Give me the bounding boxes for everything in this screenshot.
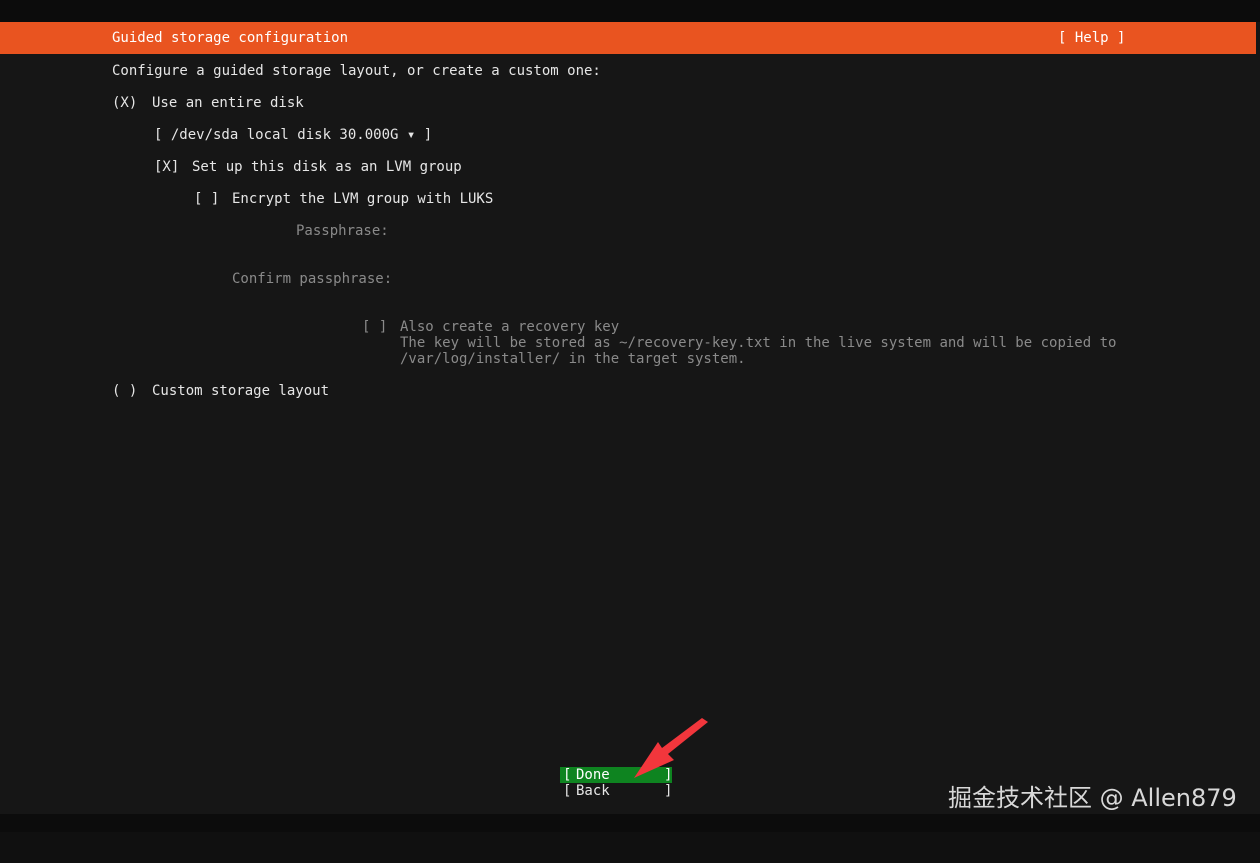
lvm-checkbox[interactable]: [X] — [154, 159, 179, 175]
page-title: Guided storage configuration — [112, 30, 349, 46]
done-button-label: Done — [576, 767, 610, 783]
confirm-passphrase-label: Confirm passphrase: — [232, 271, 393, 287]
help-button[interactable]: [ Help ] — [1058, 30, 1125, 46]
red-arrow-icon — [634, 718, 708, 778]
watermark: 掘金技术社区 @ Allen879 — [948, 784, 1237, 812]
top-border — [0, 0, 1260, 22]
encrypt-checkbox[interactable]: [ ] — [194, 191, 219, 207]
custom-layout-label[interactable]: Custom storage layout — [152, 383, 329, 399]
back-button-label: Back — [576, 783, 610, 799]
lvm-label[interactable]: Set up this disk as an LVM group — [192, 159, 462, 175]
recovery-key-checkbox[interactable]: [ ] — [362, 319, 387, 335]
recovery-key-label[interactable]: Also create a recovery key — [400, 319, 619, 335]
passphrase-label: Passphrase: — [296, 223, 389, 239]
bottom-border — [0, 814, 1260, 832]
custom-layout-radio[interactable]: ( ) — [112, 383, 137, 399]
header-bar: Guided storage configuration [ Help ] — [0, 22, 1256, 54]
intro-text: Configure a guided storage layout, or cr… — [112, 63, 601, 79]
installer-screen: Guided storage configuration [ Help ] Co… — [0, 0, 1260, 832]
recovery-key-description: The key will be stored as ~/recovery-key… — [400, 335, 1117, 351]
entire-disk-label[interactable]: Use an entire disk — [152, 95, 304, 111]
encrypt-label[interactable]: Encrypt the LVM group with LUKS — [232, 191, 493, 207]
disk-select[interactable]: [ /dev/sda local disk 30.000G ▾ ] — [154, 127, 432, 143]
entire-disk-radio[interactable]: (X) — [112, 95, 137, 111]
back-button[interactable]: [ Back ] — [560, 783, 672, 799]
recovery-key-description-2: /var/log/installer/ in the target system… — [400, 351, 746, 367]
